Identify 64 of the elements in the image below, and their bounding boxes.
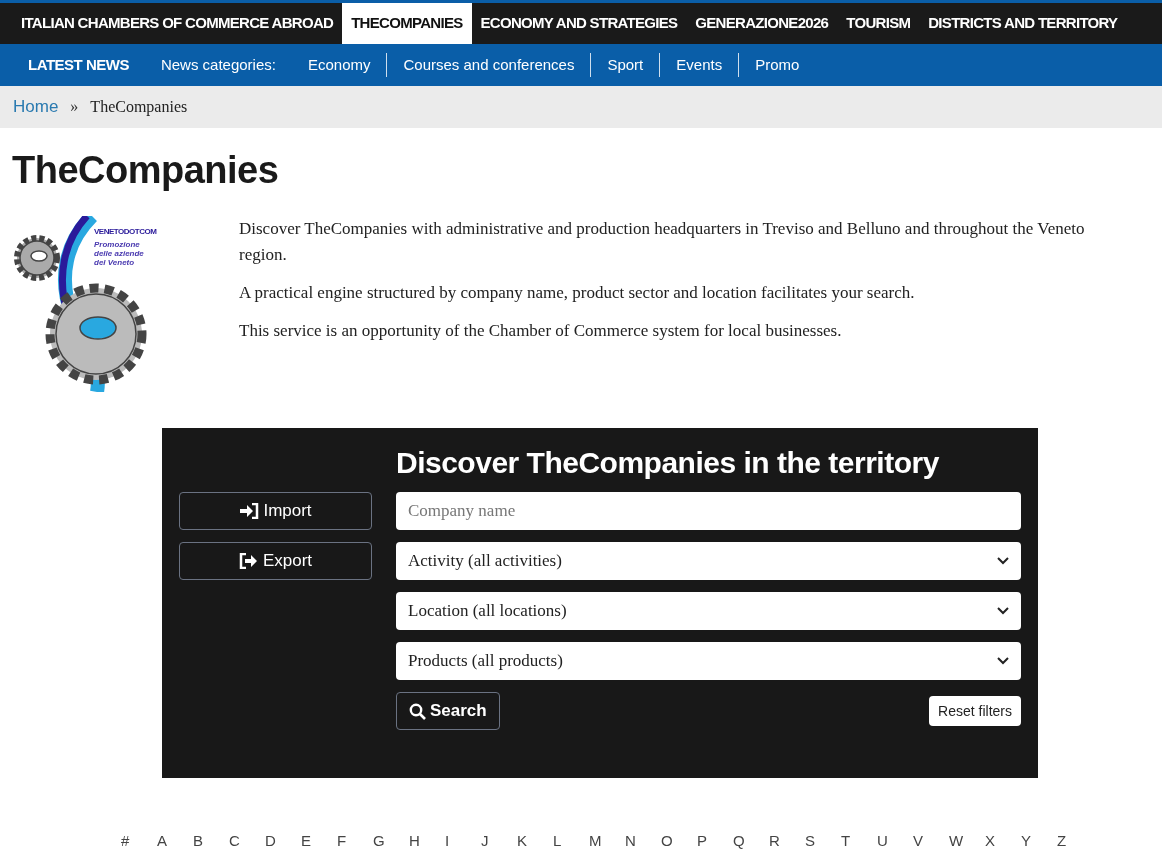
sign-out-icon: [238, 553, 259, 569]
letter-link[interactable]: L: [553, 830, 589, 853]
category-link[interactable]: Events: [660, 53, 739, 77]
breadcrumb-current: TheCompanies: [90, 97, 188, 118]
breadcrumb-separator: »: [70, 97, 79, 117]
letter-link[interactable]: Y: [1021, 830, 1057, 853]
nav-tab[interactable]: ITALIAN CHAMBERS OF COMMERCE ABROAD: [12, 3, 343, 44]
letter-link[interactable]: I: [445, 830, 481, 853]
import-button[interactable]: Import: [179, 492, 372, 530]
reset-filters-button[interactable]: Reset filters: [929, 696, 1021, 726]
letter-link[interactable]: G: [373, 830, 409, 853]
category-link[interactable]: Sport: [591, 53, 660, 77]
page-title: TheCompanies: [11, 148, 280, 193]
dropdown[interactable]: Activity (all activities): [396, 542, 1021, 580]
nav-tab[interactable]: THECOMPANIES: [342, 3, 472, 44]
intro-paragraph: A practical engine structured by company name, product sector and location facilitates your search.: [239, 282, 916, 304]
letter-link[interactable]: #: [121, 830, 157, 853]
letter-link[interactable]: V: [913, 830, 949, 853]
company-name-field[interactable]: Company name: [396, 492, 1021, 530]
chevron-down-icon: [997, 607, 1009, 615]
breadcrumb-link[interactable]: Home: [13, 94, 59, 120]
chevron-down-icon: [997, 557, 1009, 565]
letter-link[interactable]: R: [769, 830, 805, 853]
nav-tab[interactable]: TOURISM: [837, 3, 920, 44]
search-button[interactable]: Search: [396, 692, 500, 730]
letter-link[interactable]: X: [985, 830, 1021, 853]
latest-news-label: LATEST NEWS: [28, 54, 129, 75]
letter-link[interactable]: D: [265, 830, 301, 853]
export-button[interactable]: Export: [179, 542, 372, 580]
search-icon: [409, 702, 426, 720]
letter-link[interactable]: J: [481, 830, 517, 853]
intro-paragraph: This service is an opportunity of the Chamber of Commerce system for local businesses.: [239, 320, 843, 342]
letter-link[interactable]: N: [625, 830, 661, 853]
letter-link[interactable]: A: [157, 830, 193, 853]
category-link[interactable]: Courses and conferences: [387, 53, 591, 77]
letter-link[interactable]: M: [589, 830, 625, 853]
letter-link[interactable]: C: [229, 830, 265, 853]
search-panel-title: Discover TheCompanies in the territory: [396, 445, 940, 481]
dropdown[interactable]: Location (all locations): [396, 592, 1021, 630]
letter-link[interactable]: P: [697, 830, 733, 853]
logo-name: VENETODOTCOM: [94, 226, 157, 238]
letter-link[interactable]: H: [409, 830, 445, 853]
letter-link[interactable]: S: [805, 830, 841, 853]
letter-link[interactable]: Q: [733, 830, 769, 853]
intro-paragraph: Discover TheCompanies with administrative and production headquarters in Treviso and Belluno and throughout the Veneto region.: [239, 218, 1086, 266]
nav-tab[interactable]: GENERAZIONE2026: [686, 3, 838, 44]
nav-tab[interactable]: ECONOMY AND STRATEGIES: [471, 3, 687, 44]
sign-in-icon: [239, 503, 260, 519]
category-link[interactable]: Promo: [739, 53, 816, 77]
letter-link[interactable]: K: [517, 830, 553, 853]
news-categories-label: News categories:: [160, 54, 276, 75]
nav-tab[interactable]: DISTRICTS AND TERRITORY: [919, 3, 1127, 44]
chevron-down-icon: [997, 657, 1009, 665]
letter-link[interactable]: U: [877, 830, 913, 853]
category-link[interactable]: Economy: [291, 53, 387, 77]
letter-link[interactable]: W: [949, 830, 985, 853]
dropdown[interactable]: Products (all products): [396, 642, 1021, 680]
letter-link[interactable]: E: [301, 830, 337, 853]
letter-link[interactable]: O: [661, 830, 697, 853]
letter-link[interactable]: F: [337, 830, 373, 853]
letter-link[interactable]: Z: [1057, 830, 1093, 853]
letter-link[interactable]: T: [841, 830, 877, 853]
letter-link[interactable]: B: [193, 830, 229, 853]
logo-tagline: Promozione delle aziende del Veneto: [94, 240, 145, 267]
